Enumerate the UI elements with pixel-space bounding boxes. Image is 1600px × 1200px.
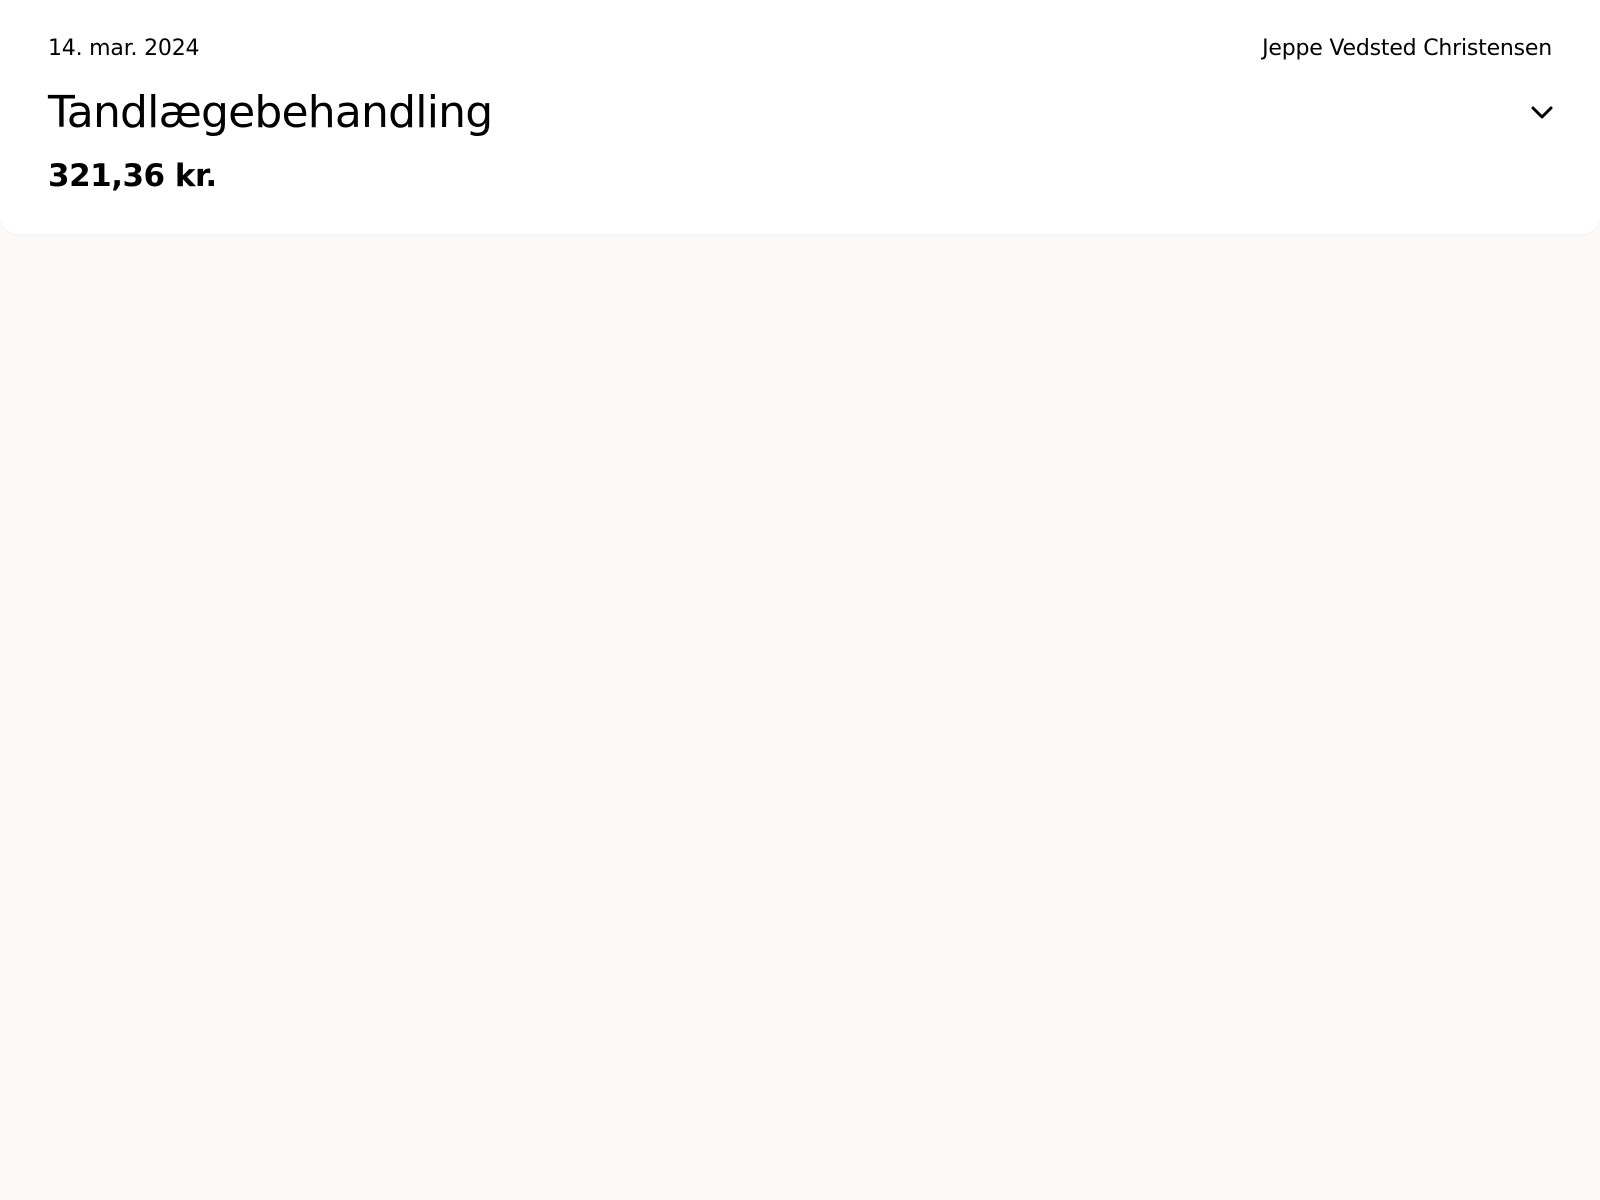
transaction-card: 14. mar. 2024 Jeppe Vedsted Christensen … — [0, 0, 1600, 234]
transaction-person: Jeppe Vedsted Christensen — [1262, 35, 1552, 61]
expand-button[interactable] — [1526, 96, 1558, 128]
transaction-header: Tandlægebehandling — [48, 80, 1558, 144]
transaction-meta: 14. mar. 2024 Jeppe Vedsted Christensen — [48, 32, 1552, 64]
transaction-title: Tandlægebehandling — [48, 86, 493, 138]
transaction-amount: 321,36 kr. — [48, 158, 217, 194]
chevron-down-icon — [1531, 106, 1553, 119]
transaction-date: 14. mar. 2024 — [48, 35, 200, 61]
